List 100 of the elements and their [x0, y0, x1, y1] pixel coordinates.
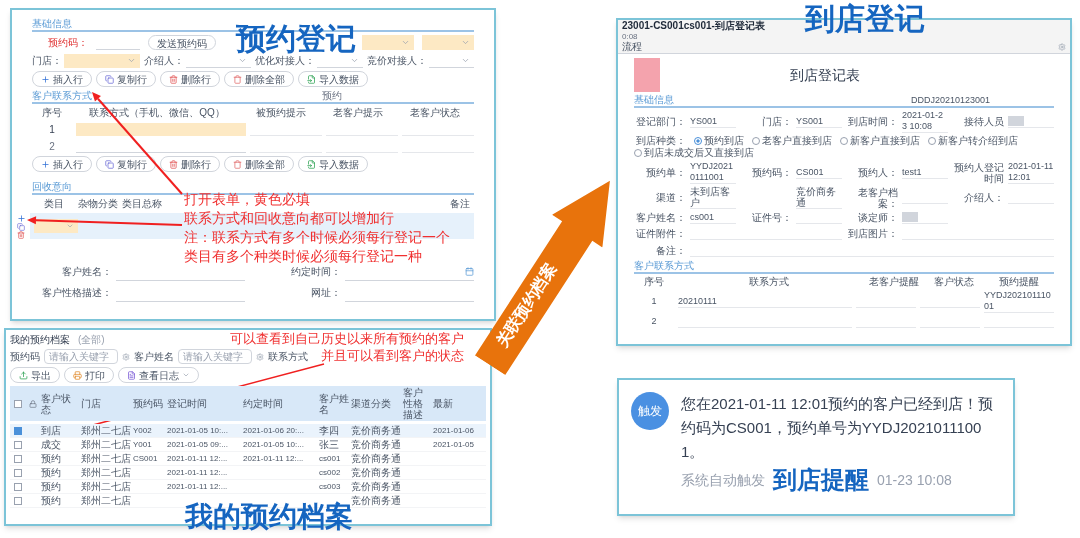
avatar: 触发 — [631, 392, 669, 430]
field-label: 老客户档案： — [857, 186, 898, 209]
copy-row-icon[interactable] — [17, 222, 25, 231]
section-title: 基础信息 — [32, 18, 72, 30]
toolbar-button[interactable]: 删除行 — [160, 71, 220, 87]
toolbar-button[interactable]: 插入行 — [32, 71, 92, 87]
checkbox[interactable] — [14, 482, 22, 491]
annotation-text: 并且可以看到客户的状态 — [321, 347, 464, 364]
field-label: 登记部门： — [635, 116, 686, 127]
field-label: 网址： — [310, 287, 341, 300]
add-row-icon[interactable] — [16, 213, 26, 223]
table-row[interactable]: 到店 郑州二七店 Y002 2021-01-05 10:... 2021-01-06 20:... 李四 竞价商务通 2021-01-06 — [10, 424, 486, 438]
table-cell-text: 到店 — [40, 424, 62, 437]
field-label: 门店： — [32, 54, 62, 68]
settings-icon[interactable] — [1058, 43, 1066, 51]
radio-option[interactable]: 新客户转介绍到店 — [928, 135, 1018, 147]
toolbar-button[interactable]: 打印 — [64, 367, 114, 383]
toolbar-button[interactable]: 删除行 — [160, 156, 220, 172]
table-cell-text: 2021-01-05 10:... — [242, 438, 305, 451]
field-label: 备注： — [655, 244, 686, 258]
toolbar-button[interactable]: 导入数据 — [298, 71, 368, 87]
field-label: 客户姓名： — [61, 266, 112, 279]
radio-option[interactable]: 到店未成交后又直接到店 — [634, 147, 754, 159]
table-cell-text: 预约 — [40, 494, 62, 507]
toolbar-button[interactable]: 查看日志 — [118, 367, 199, 383]
settings-icon[interactable] — [256, 352, 264, 361]
search-field[interactable]: 请输入关键字 — [178, 349, 252, 364]
table-cell-text: 2021-01-05 09:... — [166, 438, 229, 451]
value-text: 20210111 — [678, 295, 717, 306]
column-header: 渠道分类 — [350, 398, 392, 409]
column-header: 最新 — [432, 398, 454, 409]
search-field[interactable]: 请输入关键字 — [44, 349, 118, 364]
checkbox[interactable] — [14, 454, 22, 463]
arrow-label: 关联预约档案 — [493, 260, 560, 351]
delete-icon — [169, 74, 178, 84]
annotation-text: 类目有多个种类时候必须每行登记一种 — [184, 247, 423, 266]
table-cell-text: 2021-01-11 12:... — [166, 452, 229, 465]
blurred-logo — [634, 58, 660, 92]
toolbar-button[interactable]: 导出 — [10, 367, 60, 383]
log-icon — [127, 370, 136, 380]
overlay-title: 预约登记 — [236, 24, 356, 54]
dropdown-field[interactable] — [422, 35, 474, 50]
column-header: 序号 — [41, 107, 63, 119]
column-header: 客户状态 — [40, 392, 72, 415]
table-row[interactable]: 成交 郑州二七店 Y001 2021-01-05 09:... 2021-01-05 10:... 张三 竞价商务通 2021-01-05 — [10, 438, 486, 452]
table-cell: 竞价商务通 — [350, 424, 402, 437]
chevron-icon — [401, 38, 410, 47]
value-text: 竞价商务通 — [796, 186, 837, 208]
row-number: 2 — [650, 316, 658, 327]
table-cell: 竞价商务通 — [350, 480, 402, 493]
notification-message: 您在2021-01-11 12:01预约的客户已经到店！预约码为CS001，预约单号为YYDJ20210111001。 — [681, 394, 995, 462]
toolbar-button[interactable]: 删除全部 — [224, 156, 294, 172]
toolbar-button[interactable]: 删除全部 — [224, 71, 294, 87]
input-field[interactable] — [345, 267, 474, 281]
checkbox[interactable] — [14, 468, 22, 477]
clear-icon — [233, 159, 242, 169]
lock-icon — [29, 399, 37, 408]
table-cell: 郑州二七店 — [80, 452, 132, 465]
table-row[interactable]: 预约 郑州二七店 2021-01-11 12:... cs002 竞价商务通 — [10, 466, 486, 480]
field-label: 预约码： — [47, 36, 88, 50]
radio-option[interactable]: 新客户直接到店 — [840, 135, 920, 147]
radio-option[interactable]: 预约到店 — [694, 135, 744, 147]
toolbar-button[interactable]: 复制行 — [96, 71, 156, 87]
radio-option[interactable]: 老客户直接到店 — [752, 135, 832, 147]
field-label: 预约人登记时间 — [953, 161, 1004, 184]
tab[interactable]: 流程 — [622, 41, 642, 53]
field-label: 预约人： — [857, 167, 898, 178]
checkbox[interactable] — [14, 496, 22, 505]
value-text: test1 — [902, 166, 922, 178]
table-row[interactable]: 预约 郑州二七店 CS001 2021-01-11 12:... 2021-01-11 12:... cs001 竞价商务通 — [10, 452, 486, 466]
dropdown-field[interactable] — [64, 53, 140, 68]
table-cell-text: 2021-01-05 10:... — [166, 424, 229, 437]
chevron-icon — [126, 56, 136, 65]
toolbar-button[interactable]: 导入数据 — [298, 156, 368, 172]
section-title: 基础信息 — [634, 94, 674, 106]
field-label: 到店种类： — [635, 135, 686, 147]
value-text: YYDJ20210111001 — [984, 290, 1052, 312]
table-cell-text: 2021-01-11 12:... — [166, 480, 229, 493]
checkbox[interactable] — [14, 440, 22, 449]
value-text: YYDJ20210111001 — [690, 161, 735, 183]
table-row[interactable]: 预约 郑州二七店 2021-01-11 12:... cs003 竞价商务通 — [10, 480, 486, 494]
annotation-text: 注：联系方式有多个时候必须每行登记一个 — [184, 228, 450, 247]
delete-row-icon[interactable] — [17, 230, 25, 239]
toolbar-button[interactable]: 复制行 — [96, 156, 156, 172]
field-label: 介绍人： — [143, 54, 184, 68]
annotation-text: 可以查看到自己历史以来所有预约的客户 — [230, 330, 464, 347]
checkbox[interactable] — [14, 426, 22, 435]
table-cell-text: 预约 — [40, 480, 62, 493]
checkbox[interactable] — [14, 399, 22, 408]
dropdown-field[interactable] — [362, 35, 414, 50]
table-cell: 竞价商务通 — [350, 452, 402, 465]
radio-button[interactable] — [694, 137, 702, 145]
table-cell: 郑州二七店 — [80, 438, 132, 451]
table-cell-text: 竞价商务通 — [351, 494, 402, 506]
settings-icon[interactable] — [122, 352, 130, 361]
toolbar-button[interactable]: 插入行 — [32, 156, 92, 172]
input-field[interactable] — [76, 123, 246, 136]
table-cell-text: cs001 — [318, 452, 342, 465]
list-title: 我的预约档案 — [10, 332, 70, 347]
section-title: 客户联系方式 — [32, 90, 92, 102]
